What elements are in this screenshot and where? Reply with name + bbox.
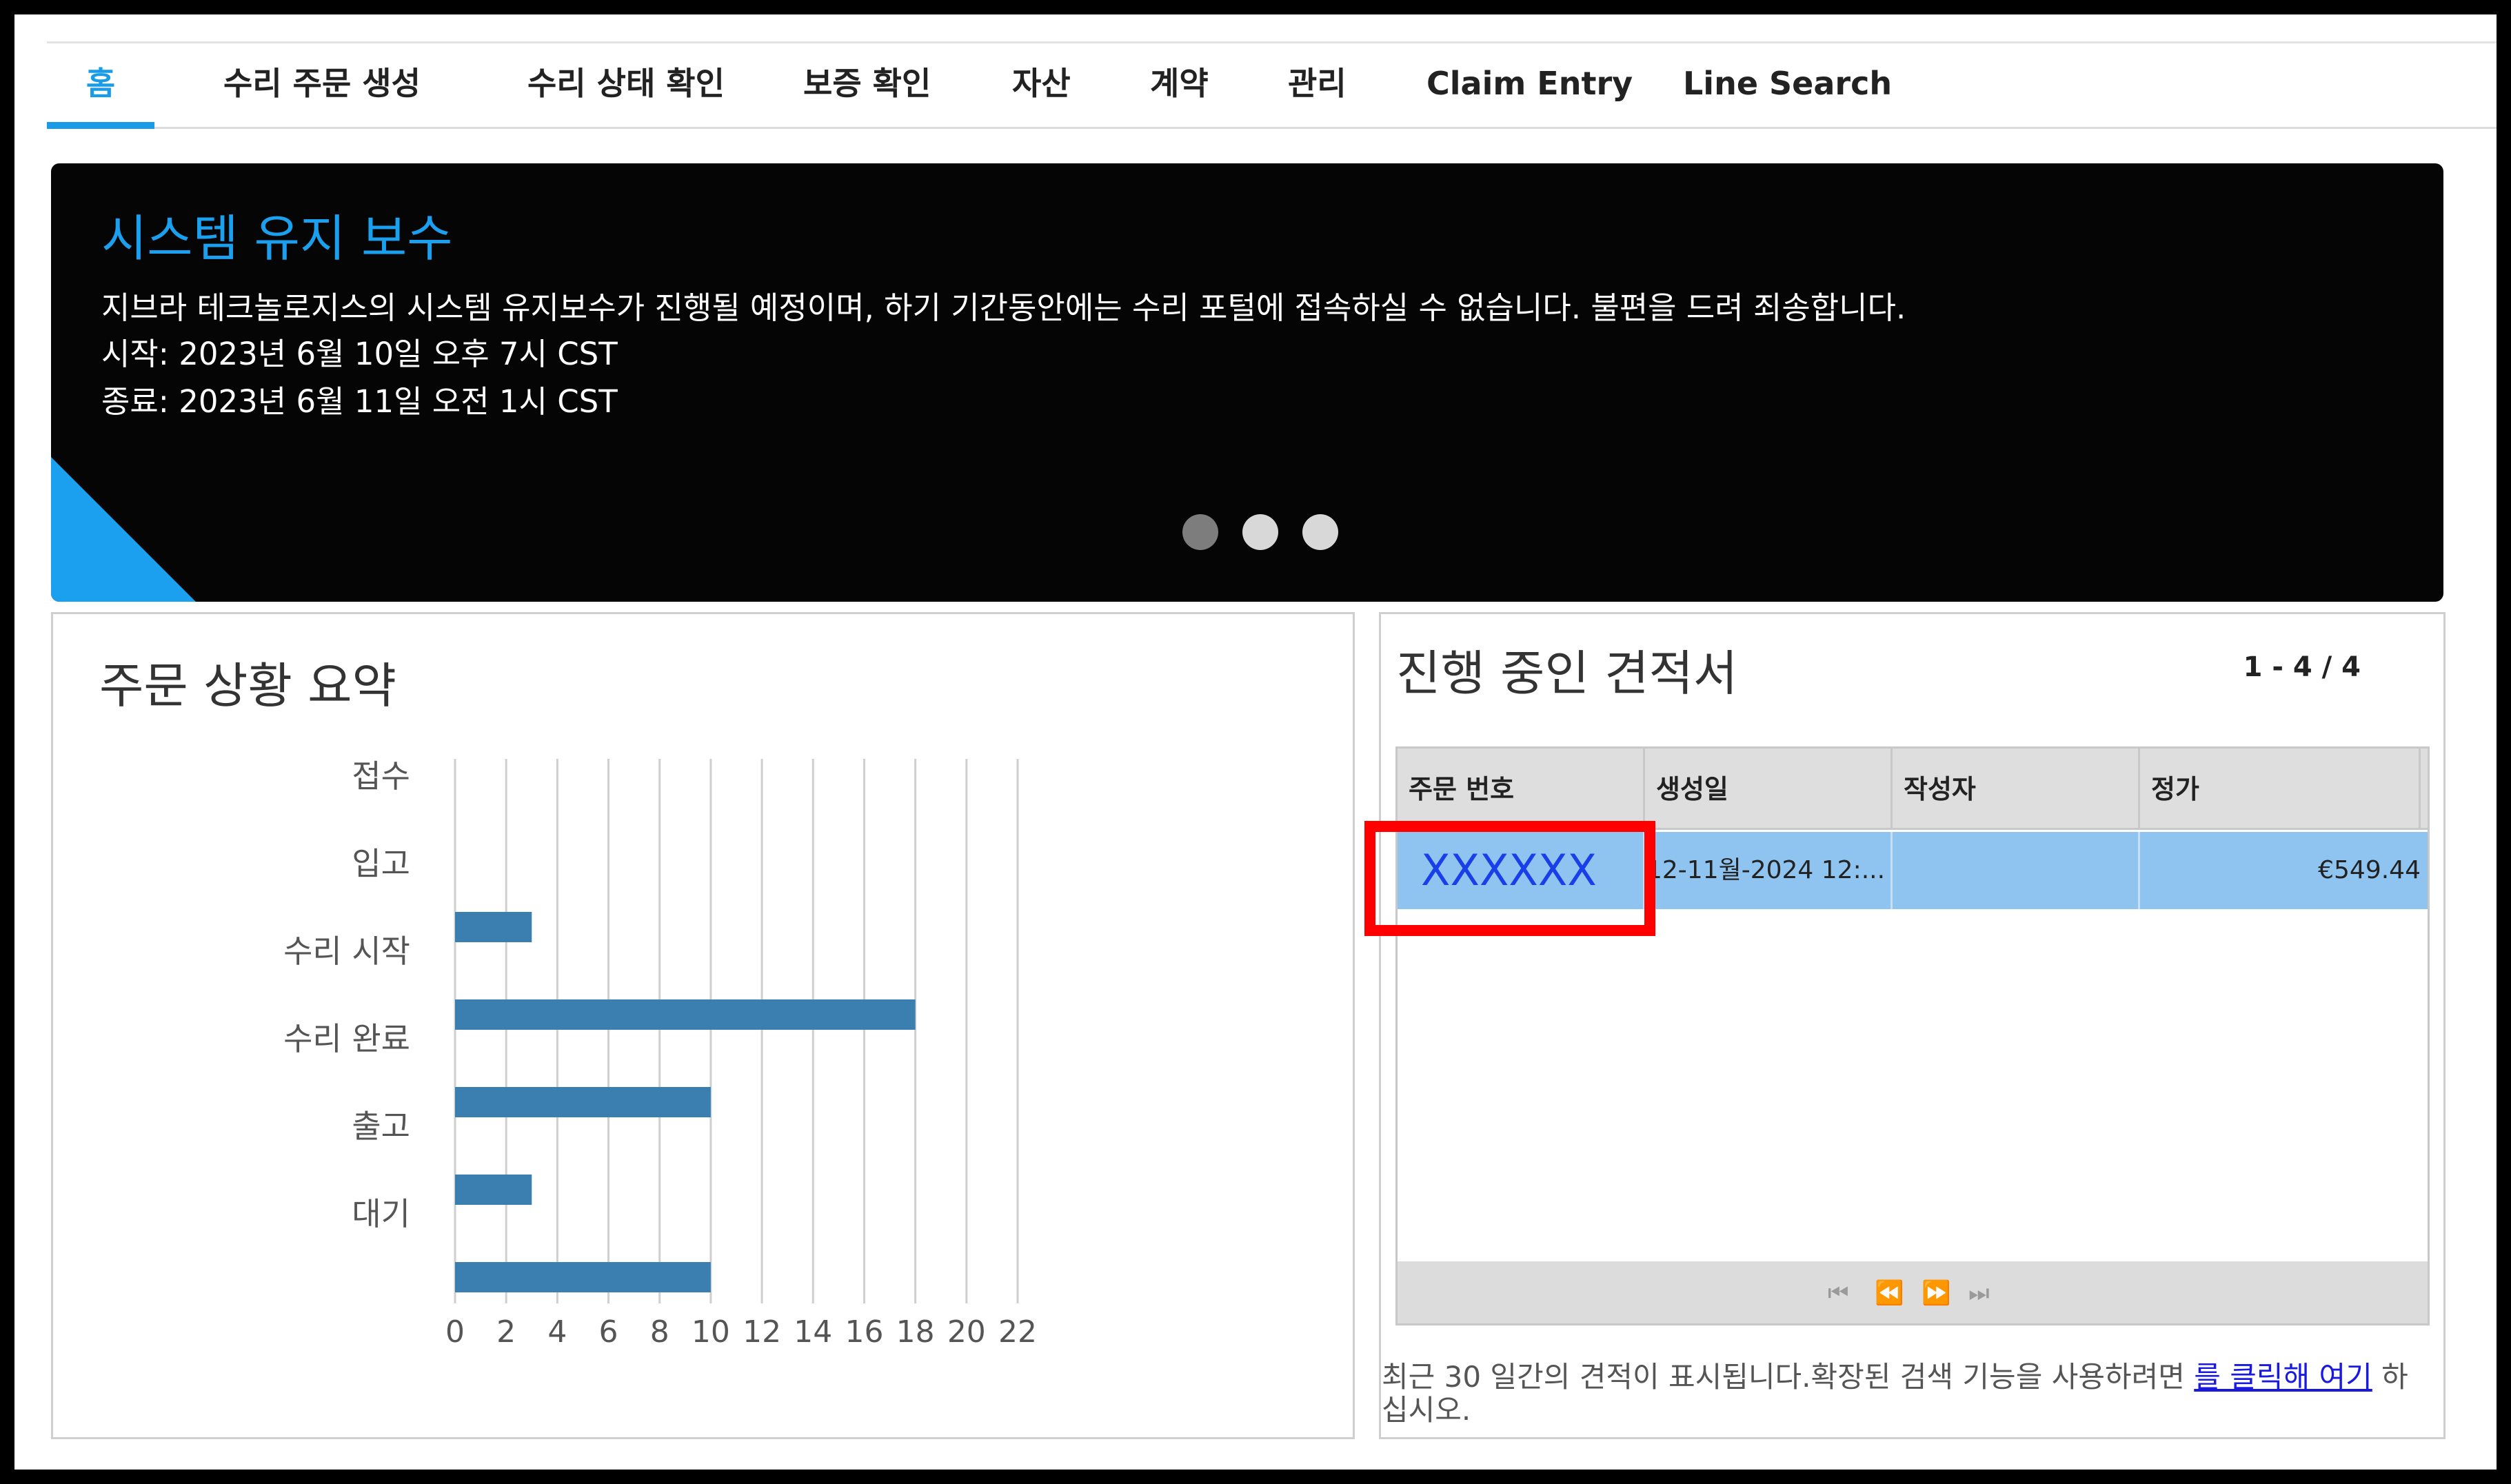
x-tick-label: 18 <box>896 1314 935 1350</box>
tab-assets[interactable]: 자산 <box>1012 43 1071 129</box>
chart-bar[interactable] <box>455 1262 711 1292</box>
previous-page-icon[interactable]: ⏪ <box>1875 1279 1904 1307</box>
main-navigation: 홈 수리 주문 생성 수리 상태 확인 보증 확인 자산 계약 관리 Claim… <box>47 43 2497 129</box>
tab-warranty-check[interactable]: 보증 확인 <box>803 43 931 129</box>
column-header-created-date[interactable]: 생성일 <box>1645 749 1893 830</box>
maintenance-banner: 시스템 유지 보수 지브라 테크놀로지스의 시스템 유지보수가 진행될 예정이며… <box>51 163 2443 602</box>
column-header-order-number[interactable]: 주문 번호 <box>1398 749 1645 830</box>
quotes-grid: 주문 번호 생성일 작성자 정가 XXXXXX 12-11월-2024 12:.… <box>1395 746 2430 1325</box>
tab-contracts[interactable]: 계약 <box>1150 43 1209 129</box>
chart-bar[interactable] <box>455 912 532 942</box>
last-page-icon[interactable]: ⏭ <box>1968 1279 1990 1307</box>
created-date-cell: 12-11월-2024 12:... <box>1645 832 1893 909</box>
table-row[interactable]: XXXXXX 12-11월-2024 12:... €549.44 <box>1398 832 2428 909</box>
extended-search-link[interactable]: 를 클릭해 여기 <box>2194 1360 2372 1394</box>
list-price-cell: €549.44 <box>2318 856 2421 884</box>
quotes-title: 진행 중인 견적서 <box>1396 645 1738 702</box>
open-quotes-panel: 진행 중인 견적서 1 - 4 / 4 주문 번호 생성일 작성자 정가 XXX… <box>1379 612 2446 1439</box>
author-cell <box>1893 832 2140 909</box>
x-tick-label: 2 <box>496 1314 516 1350</box>
carousel-dot-2[interactable] <box>1242 514 1278 550</box>
carousel-dot-1[interactable] <box>1182 514 1218 550</box>
quotes-count: 1 - 4 / 4 <box>2243 651 2361 683</box>
column-header-list-price[interactable]: 정가 <box>2140 749 2421 830</box>
first-page-icon[interactable]: ⏮ <box>1828 1279 1849 1307</box>
order-number-cell: XXXXXX <box>1398 832 1645 909</box>
category-label: 대기 <box>352 1195 410 1232</box>
chart-bar[interactable] <box>455 1175 532 1205</box>
category-label: 출고 <box>352 1108 410 1145</box>
x-tick-label: 12 <box>743 1314 781 1350</box>
tab-home[interactable]: 홈 <box>47 43 154 129</box>
banner-message: 지브라 테크놀로지스의 시스템 유지보수가 진행될 예정이며, 하기 기간동안에… <box>101 289 1906 326</box>
order-number-link[interactable]: XXXXXX <box>1398 845 1597 895</box>
grid-header: 주문 번호 생성일 작성자 정가 <box>1398 749 2428 830</box>
tab-repair-status[interactable]: 수리 상태 확인 <box>527 43 725 129</box>
tab-line-search[interactable]: Line Search <box>1683 43 1892 129</box>
quotes-note: 최근 30 일간의 견적이 표시됩니다.확장된 검색 기능을 사용하려면 를 클… <box>1382 1361 2430 1427</box>
category-label: 수리 완료 <box>283 1020 410 1057</box>
tab-claim-entry[interactable]: Claim Entry <box>1426 43 1633 129</box>
category-label: 수리 시작 <box>283 933 410 970</box>
order-status-summary-panel: 주문 상황 요약 0 2 4 6 8 10 12 14 16 18 20 22 접수 입고 수리 시작 수리 … <box>51 612 1355 1439</box>
banner-end-time: 종료: 2023년 6월 11일 오전 1시 CST <box>101 383 618 420</box>
x-tick-label: 8 <box>650 1314 669 1350</box>
chart-bar[interactable] <box>455 1087 711 1117</box>
banner-start-time: 시작: 2023년 6월 10일 오후 7시 CST <box>101 336 618 372</box>
quotes-note-text: 최근 30 일간의 견적이 표시됩니다.확장된 검색 기능을 사용하려면 <box>1382 1360 2195 1394</box>
category-label: 입고 <box>352 845 410 882</box>
grid-pager: ⏮ ⏪ ⏩ ⏭ <box>1398 1261 2428 1323</box>
category-label: 접수 <box>352 758 410 795</box>
x-tick-label: 10 <box>692 1314 730 1350</box>
portal-frame: 홈 수리 주문 생성 수리 상태 확인 보증 확인 자산 계약 관리 Claim… <box>14 14 2497 1470</box>
tab-admin[interactable]: 관리 <box>1288 43 1347 129</box>
next-page-icon[interactable]: ⏩ <box>1922 1279 1950 1307</box>
x-tick-label: 14 <box>794 1314 832 1350</box>
column-header-author[interactable]: 작성자 <box>1893 749 2140 830</box>
tab-create-repair-order[interactable]: 수리 주문 생성 <box>223 43 421 129</box>
banner-title: 시스템 유지 보수 <box>101 210 453 267</box>
x-tick-label: 20 <box>947 1314 986 1350</box>
carousel-dot-3[interactable] <box>1302 514 1338 550</box>
x-tick-label: 6 <box>599 1314 618 1350</box>
order-status-chart: 0 2 4 6 8 10 12 14 16 18 20 22 접수입고수리 시작수리 완료출고대기 <box>283 758 1037 1350</box>
x-tick-label: 0 <box>445 1314 465 1350</box>
chart-bar[interactable] <box>455 999 916 1030</box>
x-tick-label: 4 <box>547 1314 567 1350</box>
banner-corner-decoration <box>51 457 196 602</box>
x-tick-label: 16 <box>845 1314 883 1350</box>
x-tick-label: 22 <box>998 1314 1037 1350</box>
